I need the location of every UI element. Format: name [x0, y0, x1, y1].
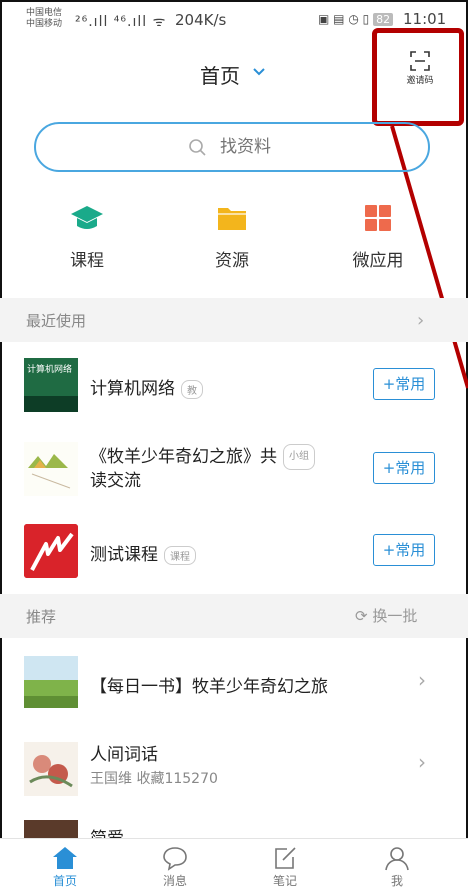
item-tag: 小组 [283, 444, 315, 470]
course-thumbnail [24, 524, 78, 578]
nav-messages[interactable]: 消息 [140, 845, 210, 889]
thumb-text: 计算机网络 [27, 363, 72, 375]
network-speed: 204K/s [175, 11, 227, 29]
person-icon [385, 847, 409, 871]
nav-me[interactable]: 我 [362, 845, 432, 889]
section-title: 最近使用 [26, 312, 87, 330]
book-thumbnail [24, 742, 78, 796]
recent-item[interactable]: 计算机网络 计算机网络教 +常用 [0, 342, 468, 428]
book-cover-image [24, 742, 78, 796]
nav-notes[interactable]: 笔记 [250, 845, 320, 889]
signal-text: ²⁶.ıll ⁴⁶.ıll [75, 14, 153, 30]
signal-icon: ²⁶.ıll ⁴⁶.ıll ᯤ [75, 12, 166, 31]
chevron-right-icon: › [418, 668, 426, 692]
item-tag: 课程 [164, 545, 196, 565]
carrier-2: 中国移动 [26, 19, 63, 29]
book-cover-image [24, 656, 78, 708]
item-title: 《牧羊少年奇幻之旅》共 小组 读交流 [90, 444, 315, 492]
quick-action-course[interactable]: 课程 [42, 202, 132, 271]
item-title: 简爱 [90, 824, 124, 838]
course-thumbnail: 计算机网络 [24, 358, 78, 412]
quick-action-label: 课程 [70, 251, 104, 271]
graduation-cap-icon [71, 206, 103, 229]
quick-action-micro-app[interactable]: 微应用 [333, 202, 423, 271]
item-title: 人间词话 [90, 745, 158, 765]
carrier-1: 中国电信 [26, 8, 63, 18]
refresh-label: 换一批 [372, 607, 418, 625]
item-title-text: 测试课程 [90, 545, 158, 565]
item-title: 【每日一书】牧羊少年奇幻之旅 [90, 677, 328, 697]
chevron-right-icon: › [418, 750, 426, 774]
recommend-item[interactable]: 简爱 [0, 812, 468, 838]
alarm-icon: ◷ [348, 12, 359, 26]
item-title-line2: 读交流 [90, 471, 141, 491]
recommend-item[interactable]: 人间词话 王国维 收藏115270 › [0, 726, 468, 812]
recommend-item[interactable]: 【每日一书】牧羊少年奇幻之旅 › [0, 638, 468, 726]
search-input[interactable] [220, 137, 370, 157]
app-logo-icon [24, 524, 78, 578]
search-icon [189, 139, 206, 156]
add-favorite-button[interactable]: +常用 [373, 534, 435, 566]
quick-action-label: 资源 [215, 251, 249, 271]
clock: 11:01 [403, 10, 447, 28]
chevron-right-icon[interactable]: › [417, 310, 424, 331]
section-title: 推荐 [26, 608, 57, 626]
item-title: 测试课程 课程 [90, 540, 196, 565]
nav-home[interactable]: 首页 [30, 845, 100, 889]
group-thumbnail [24, 442, 78, 496]
item-title-line1: 《牧羊少年奇幻之旅》共 [90, 447, 277, 467]
note-edit-icon [275, 847, 296, 869]
status-icons: ▣ ▤ ◷ ▯ 82 [318, 12, 394, 26]
chevron-down-icon[interactable] [251, 64, 267, 80]
item-title-text: 计算机网络 [90, 379, 175, 399]
grid-apps-icon [365, 205, 391, 231]
page-title[interactable]: 首页 [200, 60, 240, 89]
recent-section-header[interactable]: 最近使用 › [0, 298, 468, 342]
add-favorite-button[interactable]: +常用 [373, 368, 435, 400]
nav-label: 首页 [52, 874, 77, 888]
nav-label: 笔记 [272, 874, 297, 888]
hd-icon: ▣ [318, 12, 330, 26]
refresh-button[interactable]: ⟳ 换一批 [355, 605, 417, 626]
item-tag: 教 [181, 379, 203, 399]
nfc-icon: ▤ [333, 12, 345, 26]
book-thumbnail [24, 820, 78, 838]
search-bar[interactable] [34, 122, 430, 172]
add-favorite-button[interactable]: +常用 [373, 452, 435, 484]
nav-label: 消息 [162, 874, 187, 888]
recommend-section-header: 推荐 ⟳ 换一批 [0, 594, 468, 638]
nav-label: 我 [390, 874, 403, 888]
vibrate-icon: ▯ [362, 12, 370, 26]
book-thumbnail [24, 656, 78, 708]
home-icon [53, 847, 77, 869]
bottom-navigation: 首页 消息 笔记 我 [0, 838, 468, 895]
refresh-icon: ⟳ [355, 607, 373, 625]
folder-icon [218, 208, 246, 230]
battery-icon: 82 [373, 13, 394, 26]
annotation-highlight-box [372, 28, 464, 126]
carrier-names: 中国电信 中国移动 [26, 8, 62, 30]
chat-bubble-icon [163, 847, 187, 871]
book-cover-image: 计算机网络 [24, 358, 78, 412]
recent-item[interactable]: 测试课程 课程 +常用 [0, 514, 468, 594]
quick-action-resource[interactable]: 资源 [187, 202, 277, 271]
group-cover-image [24, 442, 78, 496]
recent-item[interactable]: 《牧羊少年奇幻之旅》共 小组 读交流 +常用 [0, 428, 468, 514]
item-subtitle: 王国维 收藏115270 [90, 771, 218, 787]
wifi-icon: ᯤ [152, 14, 167, 30]
item-title: 计算机网络教 [90, 374, 203, 399]
quick-action-label: 微应用 [352, 251, 404, 271]
